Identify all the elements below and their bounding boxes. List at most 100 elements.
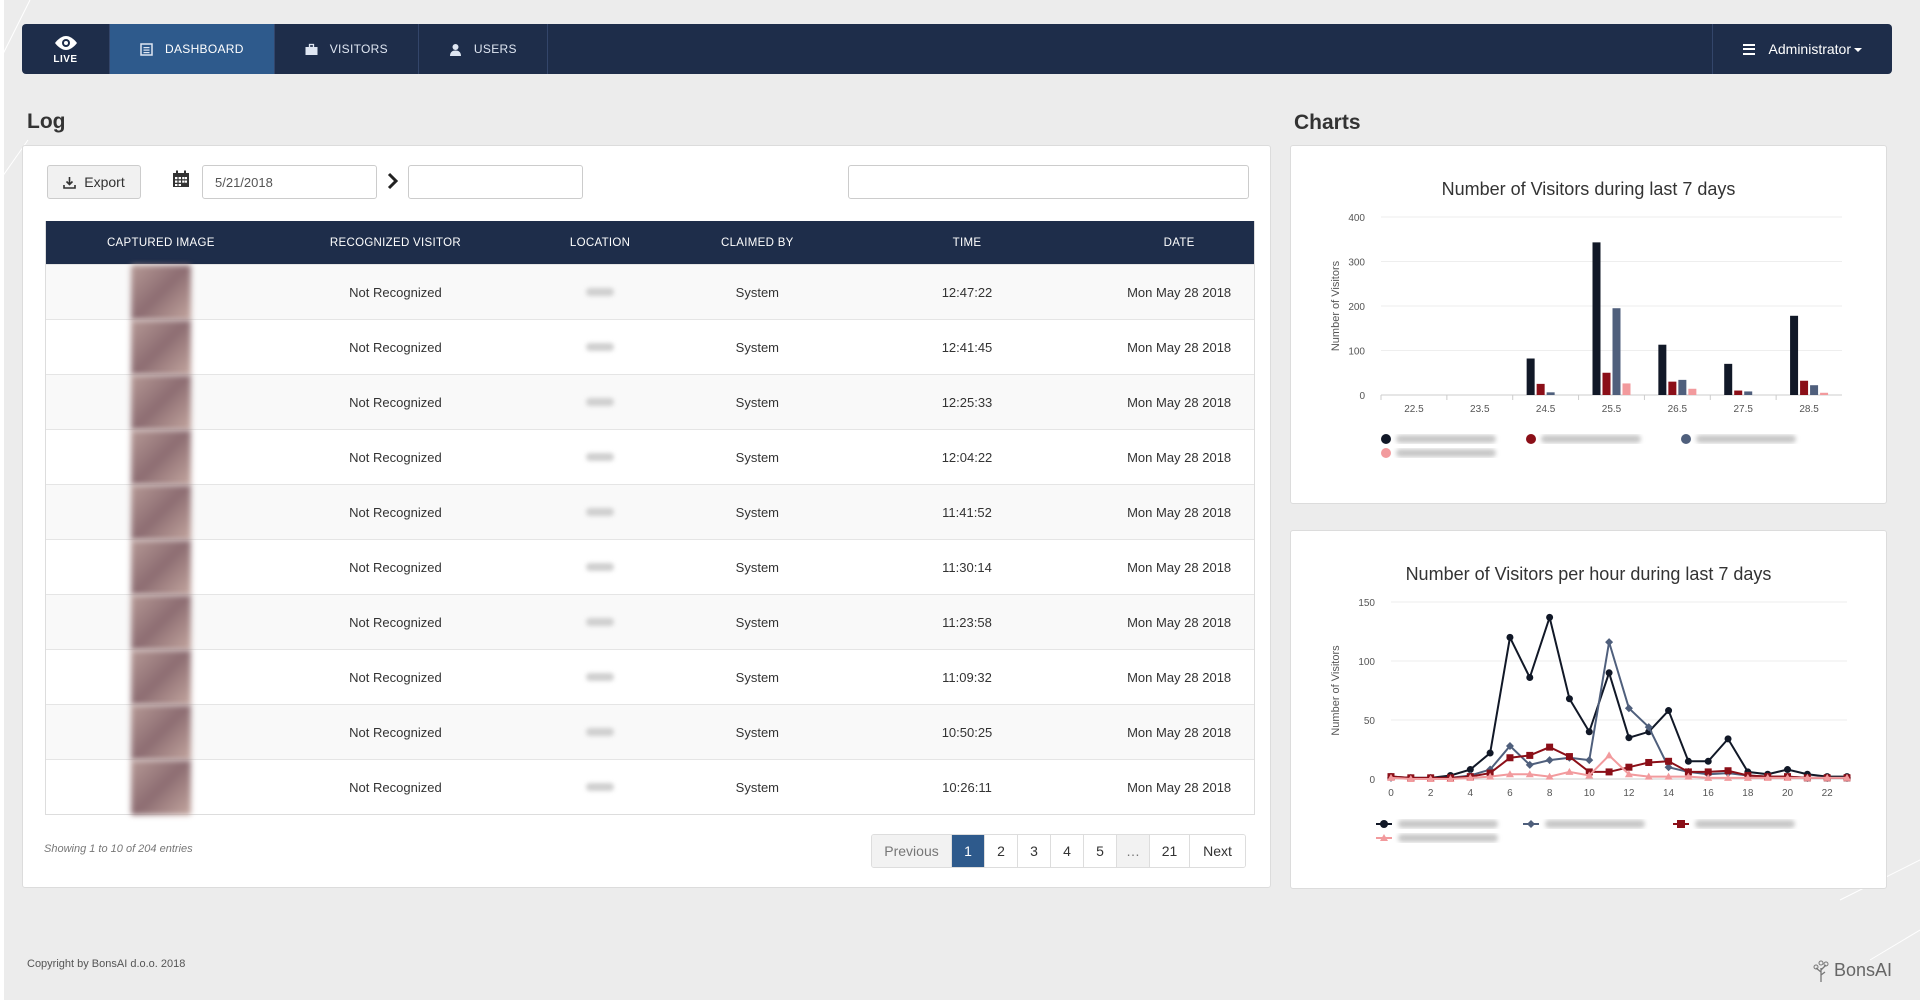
date-from-input[interactable]: 5/21/2018 — [202, 165, 377, 199]
x-tick-label: 26.5 — [1668, 404, 1688, 415]
x-tick-label: 22.5 — [1404, 404, 1424, 415]
captured-image[interactable] — [130, 704, 191, 760]
y-tick-label: 0 — [1359, 391, 1365, 402]
date-cell: Mon May 28 2018 — [1127, 779, 1232, 795]
table-row[interactable]: Not Recognized System 12:25:33 Mon May 28 2… — [46, 374, 1254, 430]
column-header[interactable]: RECOGNIZED VISITOR — [276, 221, 516, 264]
briefcase-icon — [305, 43, 318, 55]
table-row[interactable]: Not Recognized System 11:23:58 Mon May 28 2… — [46, 594, 1254, 650]
page-link[interactable]: 2 — [985, 835, 1018, 867]
x-tick-label: 18 — [1742, 788, 1754, 799]
captured-image-cell — [46, 704, 276, 760]
page-link[interactable]: 21 — [1150, 835, 1190, 867]
bar — [1734, 390, 1743, 395]
column-header[interactable]: CLAIMED BY — [685, 221, 830, 264]
visitor-cell: Not Recognized — [349, 724, 442, 740]
calendar-icon[interactable] — [172, 170, 190, 188]
table-row[interactable]: Not Recognized System 11:30:14 Mon May 28 2… — [46, 539, 1254, 595]
captured-image[interactable] — [130, 759, 191, 815]
table-row[interactable]: Not Recognized System 12:41:45 Mon May 28 2… — [46, 319, 1254, 375]
time-cell: 12:04:22 — [941, 449, 993, 465]
bar — [1820, 392, 1829, 395]
user-name: Administrator — [1768, 41, 1851, 57]
log-title: Log — [27, 110, 66, 133]
log-table: CAPTURED IMAGE RECOGNIZED VISITOR LOCATI… — [45, 221, 1255, 815]
captured-image[interactable] — [130, 484, 191, 540]
visitor-cell: Not Recognized — [349, 394, 442, 410]
tree-icon — [1813, 960, 1829, 982]
bar — [1688, 388, 1697, 395]
data-point — [1625, 734, 1633, 742]
x-tick-label: 27.5 — [1733, 404, 1753, 415]
location-cell — [515, 265, 685, 319]
table-row[interactable]: Not Recognized System 10:50:25 Mon May 28 2… — [46, 704, 1254, 760]
date-cell: Mon May 28 2018 — [1127, 339, 1232, 355]
brand-label: LIVE — [53, 53, 78, 65]
bar — [1536, 383, 1545, 395]
captured-image[interactable] — [130, 319, 191, 375]
legend-marker — [1526, 434, 1536, 444]
data-point — [1665, 757, 1673, 765]
captured-image[interactable] — [130, 374, 191, 430]
page-link[interactable]: 5 — [1084, 835, 1117, 867]
x-tick-label: 10 — [1584, 788, 1596, 799]
data-point — [1565, 695, 1573, 703]
captured-image[interactable] — [130, 594, 191, 650]
column-header[interactable]: TIME — [830, 221, 1105, 264]
column-header[interactable]: CAPTURED IMAGE — [46, 221, 276, 264]
nav-item-visitors[interactable]: VISITORS — [275, 24, 419, 74]
captured-image[interactable] — [130, 539, 191, 595]
column-header[interactable]: LOCATION — [515, 221, 685, 264]
column-header[interactable]: DATE — [1104, 221, 1254, 264]
data-point — [1704, 757, 1712, 765]
captured-image[interactable] — [130, 264, 191, 320]
search-input[interactable] — [848, 165, 1249, 199]
table-row[interactable]: Not Recognized System 12:04:22 Mon May 28 2… — [46, 429, 1254, 485]
legend-marker — [1381, 448, 1391, 458]
data-point — [1486, 749, 1494, 757]
captured-image[interactable] — [130, 429, 191, 485]
bar-chart: 0 100 200 300 400 Number of Visitors 22.5 23.5 2… — [1330, 213, 1842, 458]
time-cell: 12:25:33 — [941, 394, 993, 410]
table-row[interactable]: Not Recognized System 11:41:52 Mon May 28 2… — [46, 484, 1254, 540]
y-tick-label: 100 — [1348, 347, 1365, 358]
table-row[interactable]: Not Recognized System 12:47:22 Mon May 28 2… — [46, 264, 1254, 320]
pagination-next[interactable]: Next — [1190, 835, 1245, 867]
location-cell — [515, 375, 685, 429]
table-row[interactable]: Not Recognized System 11:09:32 Mon May 28 2… — [46, 649, 1254, 705]
bar — [1744, 391, 1753, 395]
table-row[interactable]: Not Recognized System 10:26:11 Mon May 28 2… — [46, 759, 1254, 815]
location-redacted — [586, 728, 615, 736]
claimed-by-cell: System — [735, 394, 779, 410]
pagination-previous[interactable]: Previous — [872, 835, 952, 867]
y-tick-label: 200 — [1348, 302, 1365, 313]
export-button[interactable]: Export — [47, 165, 141, 199]
location-redacted — [586, 618, 615, 626]
series-line — [1391, 641, 1847, 779]
nav-item-dashboard[interactable]: DASHBOARD — [110, 24, 275, 74]
captured-image-cell — [46, 484, 276, 540]
live-brand[interactable]: LIVE — [22, 24, 110, 74]
bar — [1790, 315, 1799, 395]
x-tick-label: 23.5 — [1470, 404, 1490, 415]
visitor-cell: Not Recognized — [349, 614, 442, 630]
page-link[interactable]: 3 — [1018, 835, 1051, 867]
data-point — [1526, 674, 1534, 682]
user-menu-toggle[interactable]: Administrator — [1711, 24, 1892, 74]
nav-item-users[interactable]: USERS — [419, 24, 548, 74]
captured-image[interactable] — [130, 649, 191, 705]
page-link[interactable]: 1 — [952, 835, 985, 867]
chart-panel-daily: Number of Visitors during last 7 days 01… — [1290, 145, 1887, 504]
location-cell — [515, 485, 685, 539]
captured-image-cell — [46, 429, 276, 485]
location-redacted — [586, 673, 615, 681]
legend-label-redacted — [1696, 435, 1796, 443]
date-to-input[interactable] — [408, 165, 583, 199]
time-cell: 11:30:14 — [942, 559, 992, 575]
page-link[interactable]: 4 — [1051, 835, 1084, 867]
x-tick-label: 20 — [1782, 788, 1794, 799]
entries-info: Showing 1 to 10 of 204 entries — [44, 843, 193, 855]
page-ellipsis: … — [1117, 835, 1150, 867]
pagination: Previous 1 2 3 4 5 … 21 Next — [871, 834, 1246, 868]
y-tick-label: 0 — [1369, 775, 1375, 786]
